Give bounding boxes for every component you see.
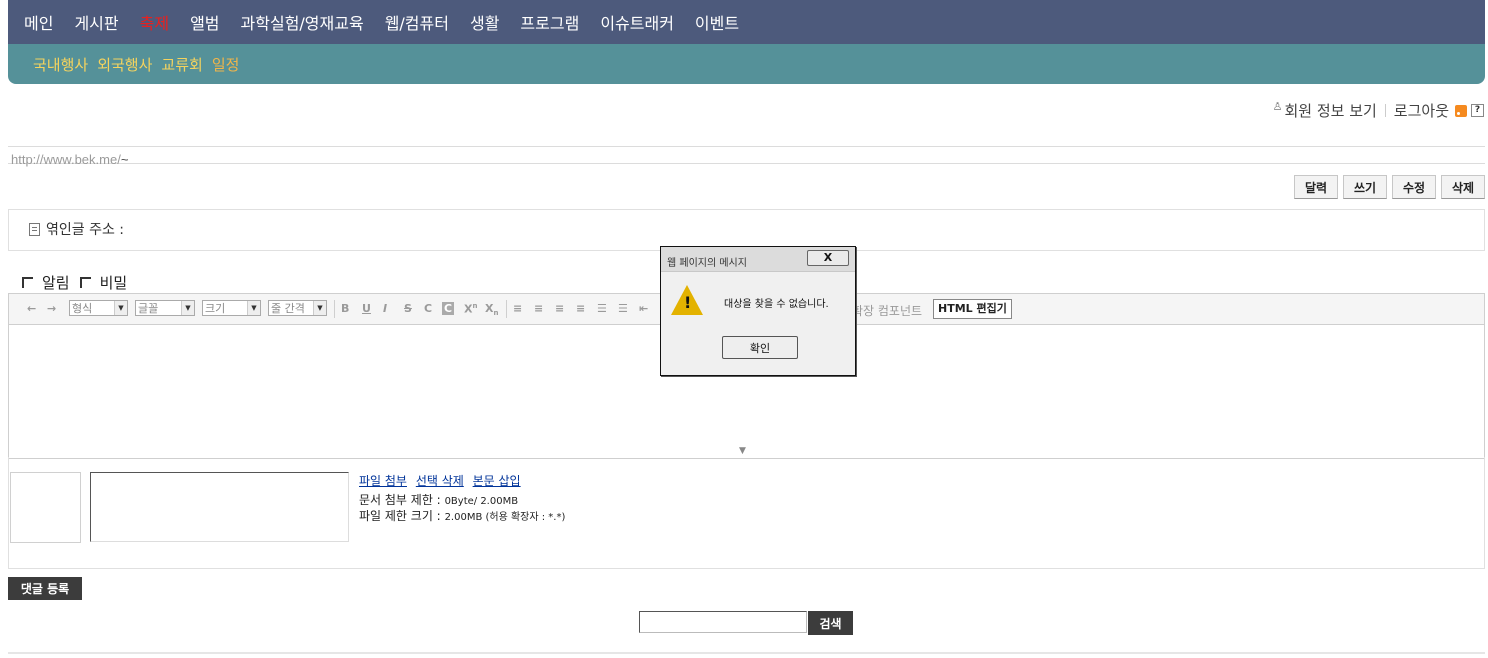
- submenu-foreign[interactable]: 외국행사: [97, 54, 152, 75]
- strikethrough-icon[interactable]: S: [404, 302, 412, 315]
- menu-science[interactable]: 과학실험/영재교육: [241, 10, 364, 34]
- notice-checkbox[interactable]: [22, 277, 33, 288]
- underline-icon[interactable]: U: [362, 302, 371, 315]
- extension-component-button[interactable]: 확장 컴포넌트: [852, 302, 922, 319]
- help-icon[interactable]: ?: [1471, 104, 1484, 117]
- attachment-links: 파일 첨부 선택 삭제 본문 삽입: [359, 472, 526, 489]
- attachment-info: 문서 첨부 제한 : 0Byte/ 2.00MB 파일 제한 크기 : 2.00…: [359, 493, 565, 525]
- superscript-icon[interactable]: Xn: [464, 302, 477, 316]
- user-bar: ♙ 회원 정보 보기 로그아웃 ?: [1273, 100, 1484, 121]
- dialog-titlebar[interactable]: 웹 페이지의 메시지 X: [661, 247, 855, 272]
- attachment-file-list[interactable]: [90, 472, 349, 542]
- menu-festival[interactable]: 축제: [140, 10, 169, 34]
- align-center-icon[interactable]: ≡: [534, 302, 543, 315]
- unordered-list-icon[interactable]: ☰: [618, 302, 628, 315]
- url-text[interactable]: http://www.bek.me/: [11, 152, 121, 167]
- bold-icon[interactable]: B: [341, 302, 349, 315]
- doc-limit-label: 문서 첨부 제한 :: [359, 493, 441, 507]
- format-select[interactable]: 형식: [69, 300, 128, 316]
- warning-icon: !: [671, 285, 703, 315]
- ordered-list-icon[interactable]: ☰: [597, 302, 607, 315]
- url-tilde: ~: [120, 152, 129, 167]
- submenu-exchange[interactable]: 교류회: [161, 54, 202, 75]
- menu-event[interactable]: 이벤트: [695, 10, 739, 34]
- dialog-close-button[interactable]: X: [807, 250, 849, 266]
- rss-icon[interactable]: [1455, 104, 1467, 117]
- logout-link[interactable]: 로그아웃: [1394, 100, 1449, 121]
- write-button[interactable]: 쓰기: [1343, 175, 1387, 199]
- attachment-preview: [10, 472, 81, 543]
- align-right-icon[interactable]: ≡: [555, 302, 564, 315]
- subscript-icon[interactable]: Xn: [485, 302, 498, 317]
- doc-limit-value: 0Byte/ 2.00MB: [444, 496, 519, 507]
- edit-button[interactable]: 수정: [1392, 175, 1436, 199]
- trackback-label: 엮인글 주소 :: [46, 222, 125, 238]
- attachment-area: 파일 첨부 선택 삭제 본문 삽입 문서 첨부 제한 : 0Byte/ 2.00…: [8, 457, 1485, 569]
- menu-program[interactable]: 프로그램: [520, 10, 579, 34]
- search-button[interactable]: 검색: [808, 611, 853, 635]
- member-info-link[interactable]: 회원 정보 보기: [1284, 100, 1376, 121]
- separator: [1384, 104, 1386, 117]
- trackback-box: 엮인글 주소 :: [8, 209, 1485, 251]
- alert-dialog: 웹 페이지의 메시지 X ! 대상을 찾을 수 없습니다. 확인: [660, 246, 856, 376]
- menu-board[interactable]: 게시판: [74, 10, 118, 34]
- document-icon: [29, 223, 40, 236]
- resize-handle-icon[interactable]: ▼: [739, 446, 746, 456]
- delete-selected-link[interactable]: 선택 삭제: [416, 474, 464, 488]
- divider: [8, 146, 1485, 147]
- toolbar-divider: [334, 300, 335, 318]
- file-limit-label: 파일 제한 크기 :: [359, 509, 441, 523]
- menu-main[interactable]: 메인: [24, 10, 53, 34]
- toolbar-divider: [506, 300, 507, 318]
- menu-issue-tracker[interactable]: 이슈트래커: [600, 10, 674, 34]
- notice-label: 알림: [42, 274, 70, 292]
- align-left-icon[interactable]: ≡: [513, 302, 522, 315]
- search-input[interactable]: [639, 611, 807, 633]
- menu-album[interactable]: 앨범: [190, 10, 219, 34]
- dialog-message: 대상을 찾을 수 없습니다.: [724, 299, 829, 310]
- secret-label: 비밀: [99, 274, 128, 292]
- menu-life[interactable]: 생활: [470, 10, 499, 34]
- redo-icon[interactable]: →: [47, 302, 56, 315]
- delete-button[interactable]: 삭제: [1441, 175, 1485, 199]
- footer-divider: [8, 652, 1485, 654]
- comment-options: 알림 비밀: [22, 272, 127, 293]
- main-menu: 메인 게시판 축제 앨범 과학실험/영재교육 웹/컴퓨터 생활 프로그램 이슈트…: [8, 0, 1485, 44]
- post-url[interactable]: http://www.bek.me/~: [11, 152, 128, 167]
- bg-color-icon[interactable]: C: [442, 302, 455, 315]
- italic-icon[interactable]: I: [383, 302, 387, 315]
- dialog-ok-button[interactable]: 확인: [722, 336, 798, 359]
- size-select[interactable]: 크기: [202, 300, 261, 316]
- divider: [8, 163, 1485, 164]
- dialog-title: 웹 페이지의 메시지: [667, 258, 747, 269]
- attach-file-link[interactable]: 파일 첨부: [359, 474, 407, 488]
- undo-icon[interactable]: ←: [27, 302, 36, 315]
- align-justify-icon[interactable]: ≡: [576, 302, 585, 315]
- outdent-icon[interactable]: ⇤: [639, 302, 648, 315]
- lineheight-select[interactable]: 줄 간격: [268, 300, 327, 316]
- font-select[interactable]: 글꼴: [135, 300, 195, 316]
- person-icon: ♙: [1272, 100, 1283, 113]
- top-navigation: 메인 게시판 축제 앨범 과학실험/영재교육 웹/컴퓨터 생활 프로그램 이슈트…: [8, 0, 1485, 84]
- submenu-domestic[interactable]: 국내행사: [33, 54, 88, 75]
- calendar-button[interactable]: 달력: [1294, 175, 1338, 199]
- html-editor-button[interactable]: HTML 편집기: [933, 299, 1012, 319]
- secret-checkbox[interactable]: [79, 277, 91, 288]
- menu-web-computer[interactable]: 웹/컴퓨터: [385, 10, 449, 34]
- font-color-icon[interactable]: C: [424, 302, 432, 315]
- submenu-schedule[interactable]: 일정: [212, 54, 240, 75]
- file-limit-value: 2.00MB (허용 확장자 : *.*): [444, 512, 566, 523]
- sub-menu: 국내행사 외국행사 교류회 일정: [8, 44, 1485, 84]
- insert-body-link[interactable]: 본문 삽입: [473, 474, 521, 488]
- submit-comment-button[interactable]: 댓글 등록: [8, 577, 82, 600]
